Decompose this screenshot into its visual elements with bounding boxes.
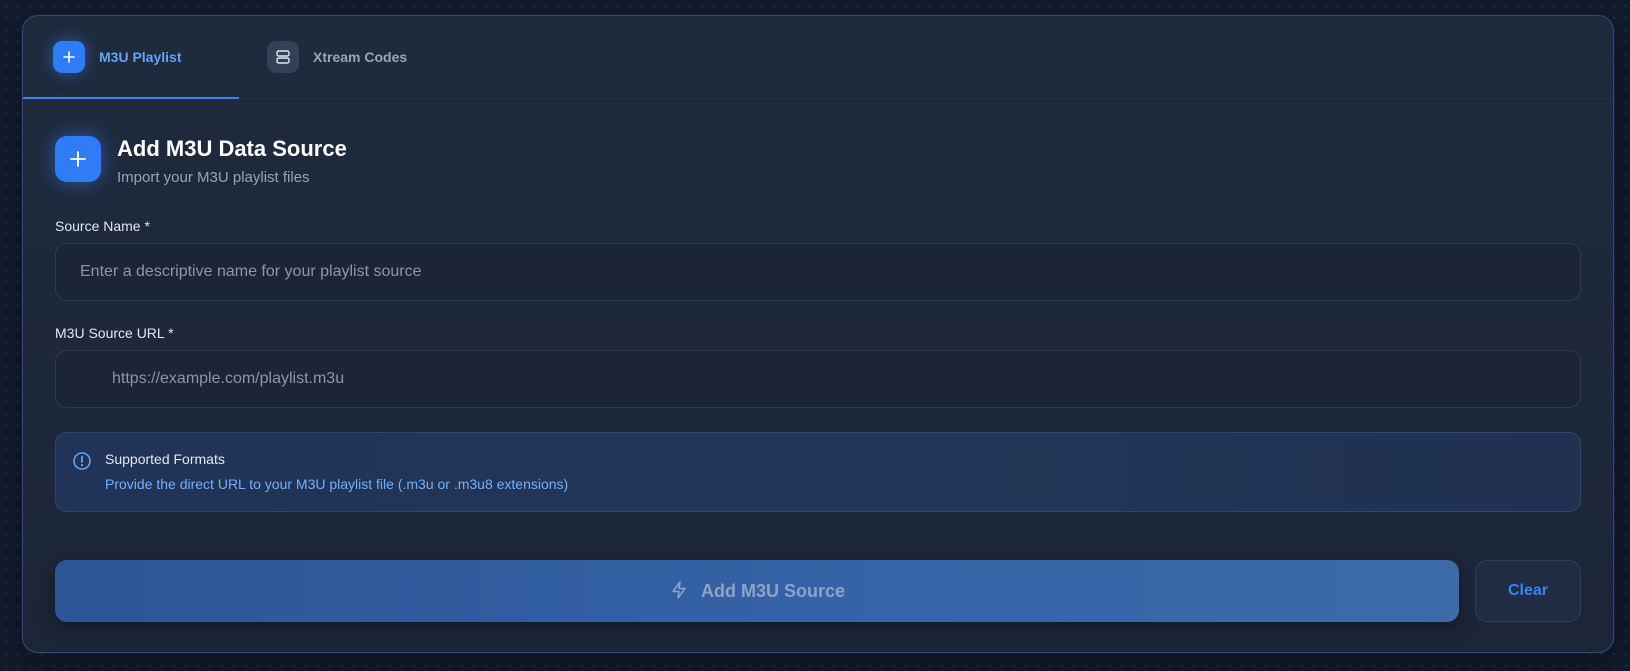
add-m3u-source-button[interactable]: Add M3U Source xyxy=(55,560,1459,622)
source-type-tabs: M3U Playlist Xtream Codes xyxy=(23,16,1613,99)
info-circle-icon xyxy=(72,451,92,471)
source-name-label: Source Name * xyxy=(55,218,150,234)
supported-formats-notice: Supported Formats Provide the direct URL… xyxy=(55,432,1581,512)
page-subtitle: Import your M3U playlist files xyxy=(117,169,310,186)
server-icon xyxy=(267,41,299,73)
info-text: Provide the direct URL to your M3U playl… xyxy=(105,476,569,492)
tab-xtream-codes[interactable]: Xtream Codes xyxy=(245,16,425,98)
source-url-input[interactable] xyxy=(55,350,1581,408)
page-title: Add M3U Data Source xyxy=(117,136,347,161)
add-m3u-source-label: Add M3U Source xyxy=(700,580,846,601)
tab-m3u-playlist[interactable]: M3U Playlist xyxy=(23,16,239,99)
tab-m3u-playlist-label: M3U Playlist xyxy=(99,49,182,65)
section-header: Add M3U Data Source Import your M3U play… xyxy=(55,136,347,186)
plus-icon xyxy=(53,41,85,73)
source-name-input[interactable] xyxy=(55,243,1581,301)
source-url-label: M3U Source URL * xyxy=(55,325,174,341)
tab-xtream-codes-label: Xtream Codes xyxy=(313,49,408,65)
clear-button[interactable]: Clear xyxy=(1475,560,1581,622)
header-text: Add M3U Data Source Import your M3U play… xyxy=(117,136,347,186)
add-source-card: M3U Playlist Xtream Codes Add M3U Data S… xyxy=(22,15,1614,653)
lightning-icon xyxy=(669,580,689,603)
plus-icon xyxy=(55,136,101,182)
info-title: Supported Formats xyxy=(105,451,225,467)
